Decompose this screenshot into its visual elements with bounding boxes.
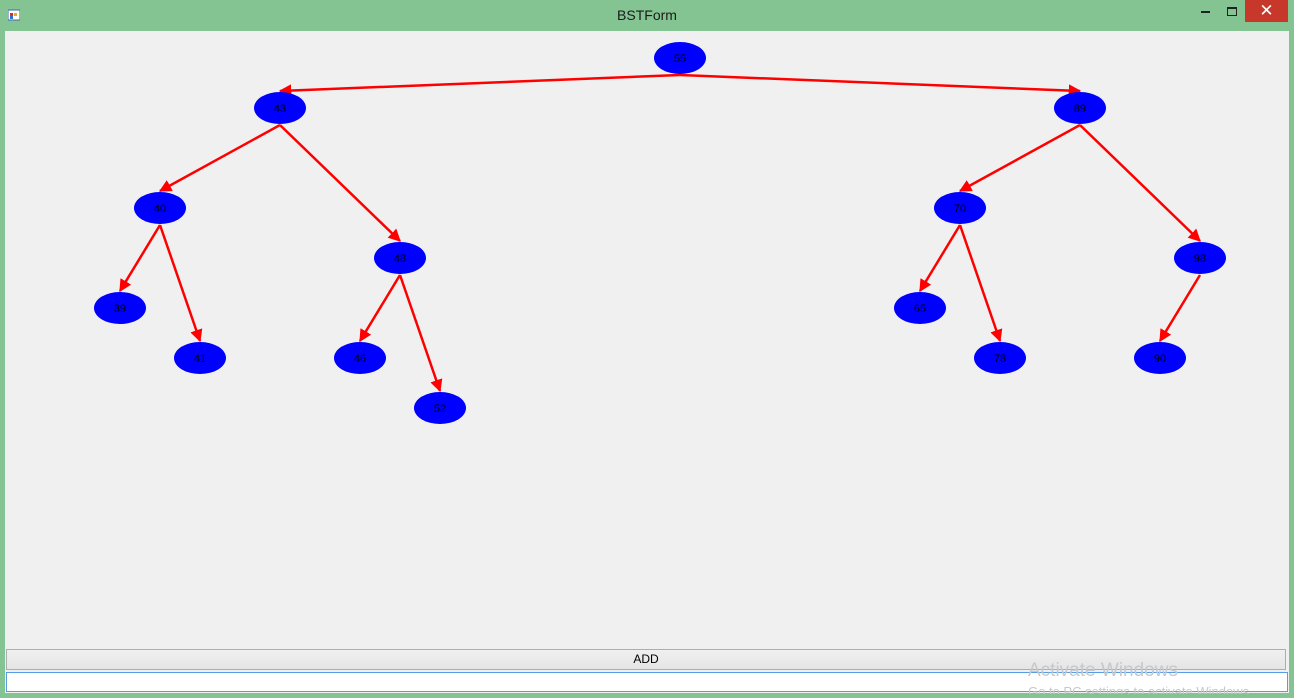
tree-node-label: 70 (954, 203, 966, 215)
minimize-button[interactable] (1193, 0, 1219, 22)
tree-node-70: 70 (934, 192, 986, 224)
maximize-button[interactable] (1219, 0, 1245, 22)
tree-edge-n40-n39 (118, 224, 162, 293)
tree-node-65: 65 (894, 292, 946, 324)
tree-node-48: 48 (374, 242, 426, 274)
tree-node-label: 48 (394, 253, 406, 265)
title-bar: BSTForm ✕ (0, 0, 1294, 31)
tree-node-label: 89 (1074, 103, 1086, 115)
tree-node-55: 55 (654, 42, 706, 74)
tree-edge-n40-n41 (158, 224, 203, 343)
tree-edge-n48-n46 (358, 274, 402, 343)
tree-edge-n48-n52 (398, 274, 443, 393)
tree-edge-n89-n70 (958, 123, 1081, 193)
tree-edge-n70-n78 (958, 224, 1003, 343)
bst-tree-canvas: 55 43 89 40 48 70 98 39 41 46 52 65 78 90 (94, 42, 1226, 424)
tree-edge-n70-n65 (918, 224, 962, 293)
tree-node-78: 78 (974, 342, 1026, 374)
tree-node-label: 52 (434, 403, 446, 415)
tree-edge-n98-n90 (1158, 274, 1202, 343)
tree-edge-n55-n89 (679, 73, 1082, 97)
tree-edge-n55-n43 (278, 73, 681, 97)
tree-node-label: 43 (274, 103, 286, 115)
activate-windows-watermark: Activate Windows (1028, 660, 1178, 681)
tree-node-label: 65 (914, 303, 926, 315)
tree-node-label: 41 (194, 353, 206, 365)
activate-windows-subtext: Go to PC settings to activate Windows. (1028, 684, 1253, 694)
tree-node-40: 40 (134, 192, 186, 224)
close-button[interactable]: ✕ (1245, 0, 1288, 22)
tree-node-41: 41 (174, 342, 226, 374)
form-client-area: 55 43 89 40 48 70 98 39 41 46 52 65 78 90 ADD (5, 31, 1289, 693)
tree-node-label: 90 (1154, 353, 1166, 365)
tree-edge-n89-n98 (1079, 124, 1201, 242)
tree-node-89: 89 (1054, 92, 1106, 124)
tree-node-label: 46 (354, 353, 366, 365)
tree-edge-n43-n40 (158, 123, 281, 193)
tree-node-label: 78 (994, 353, 1006, 365)
tree-edge-n43-n48 (279, 124, 401, 242)
tree-node-43: 43 (254, 92, 306, 124)
tree-node-98: 98 (1174, 242, 1226, 274)
tree-node-label: 55 (674, 53, 686, 65)
tree-node-label: 40 (154, 203, 166, 215)
tree-node-39: 39 (94, 292, 146, 324)
tree-node-46: 46 (334, 342, 386, 374)
tree-node-90: 90 (1134, 342, 1186, 374)
window-title: BSTForm (617, 7, 677, 23)
tree-node-label: 98 (1194, 253, 1206, 265)
tree-node-52: 52 (414, 392, 466, 424)
tree-node-label: 39 (114, 303, 126, 315)
